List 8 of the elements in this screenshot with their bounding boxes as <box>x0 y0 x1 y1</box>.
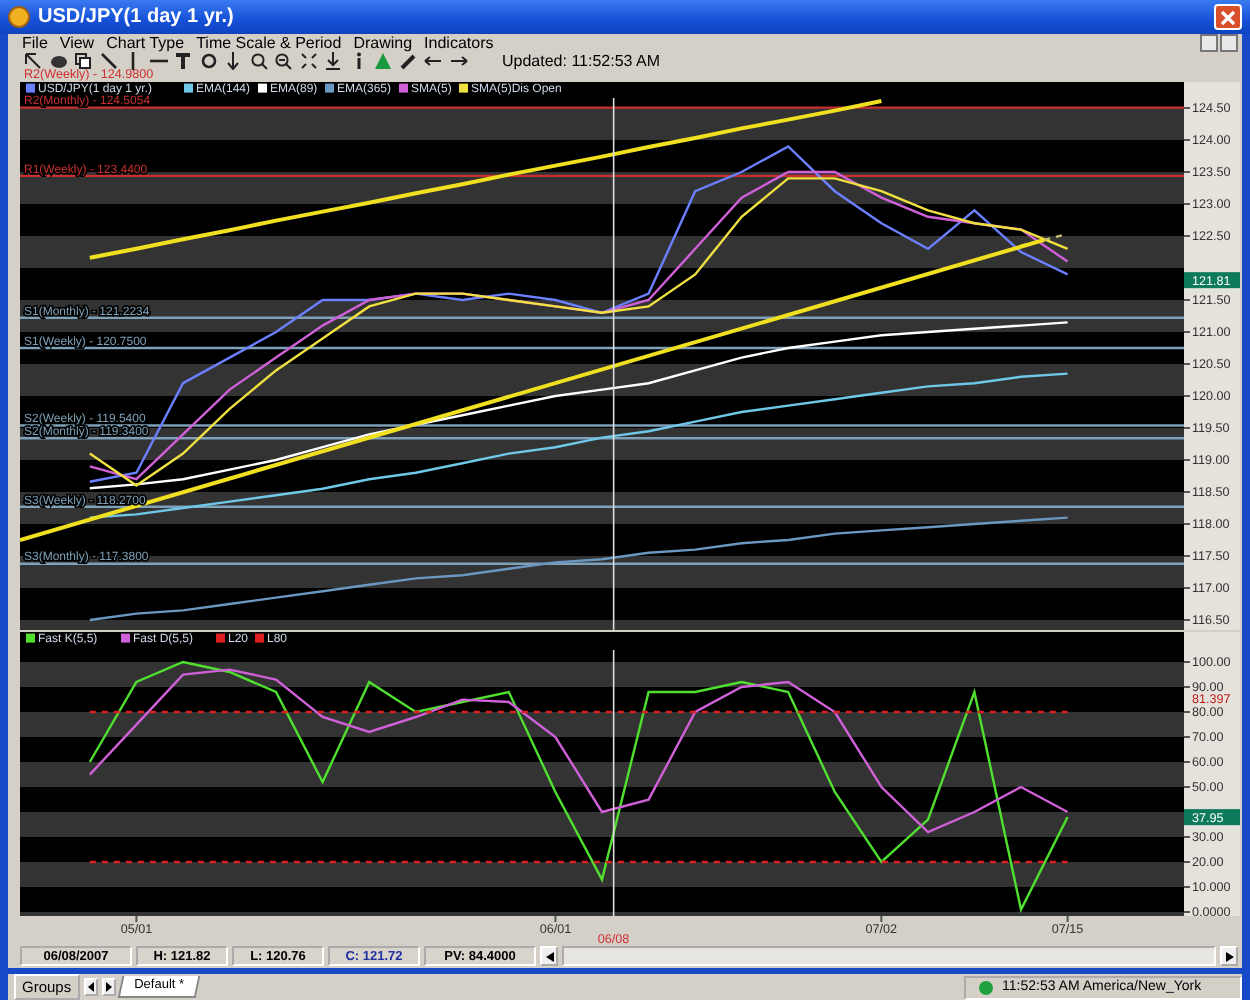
window-title: USD/JPY(1 day 1 yr.) <box>38 6 234 28</box>
menu-item[interactable]: Drawing <box>347 34 419 52</box>
menu-item[interactable]: Chart Type <box>100 34 191 52</box>
menu-item[interactable]: View <box>53 34 101 52</box>
menu-item[interactable]: File <box>16 34 54 52</box>
menu-item[interactable]: Indicators <box>418 34 500 52</box>
menu-item[interactable]: Time Scale & Period <box>190 34 348 52</box>
updated-time: Updated: 11:52:53 AM <box>502 52 661 70</box>
